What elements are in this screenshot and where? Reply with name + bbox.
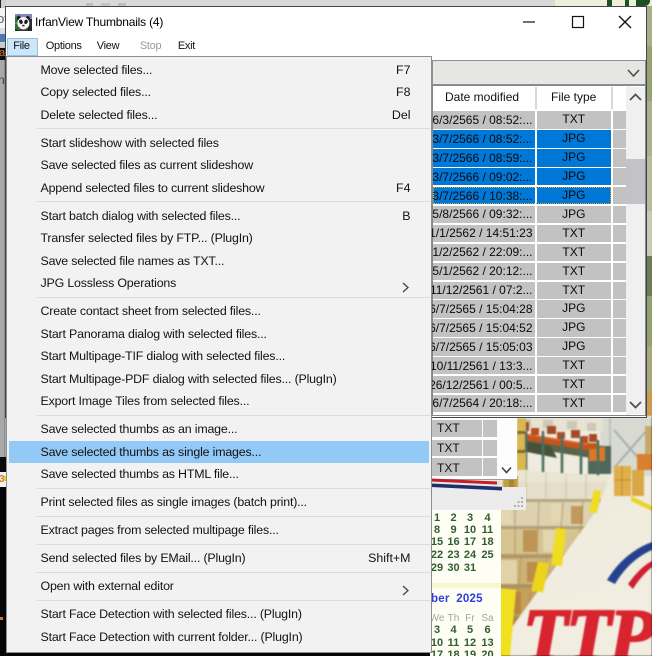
svg-text:TTP: TTP (523, 595, 652, 656)
